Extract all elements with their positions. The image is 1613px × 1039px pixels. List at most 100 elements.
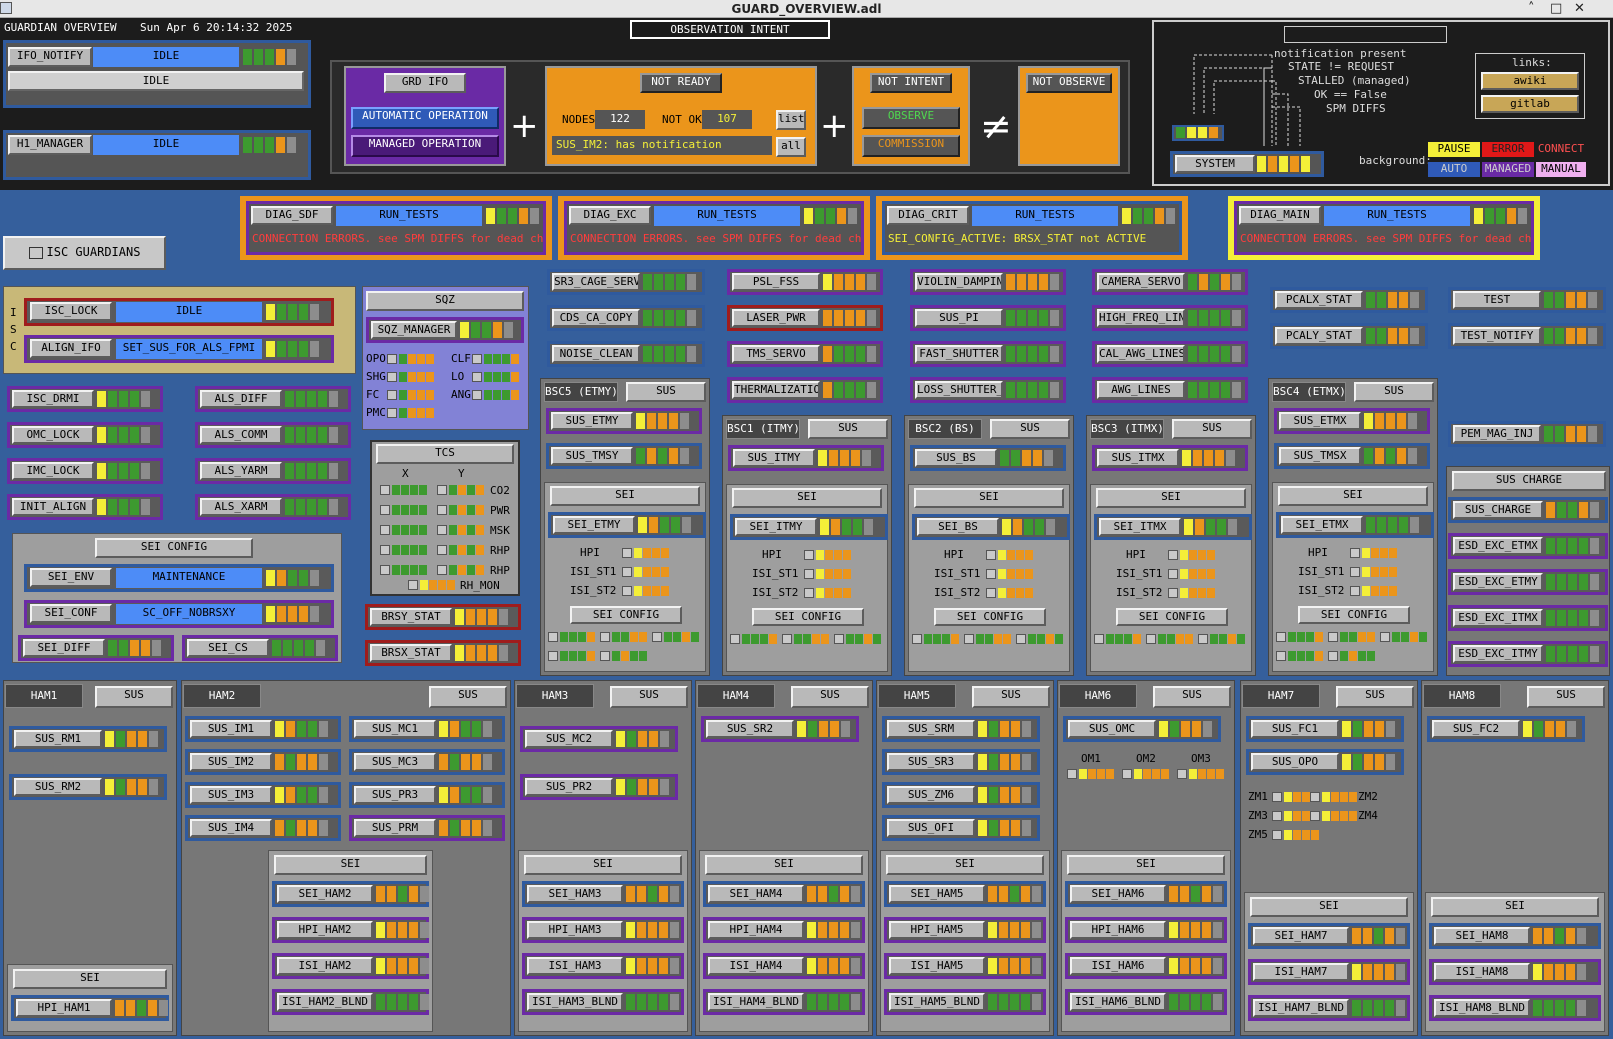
diag-3-button[interactable]: DIAG_MAIN [1239, 206, 1321, 225]
sei-conf-button[interactable]: SEI_CONF [30, 604, 112, 623]
h1-manager-button[interactable]: H1_MANAGER [8, 135, 92, 155]
ham-3-sus-0-button[interactable]: SUS_SR2 [706, 720, 794, 738]
ham-6-sei-1-button[interactable]: ISI_HAM7 [1253, 963, 1349, 981]
col1-2-button[interactable]: NOISE_CLEAN [552, 345, 640, 363]
bsc-4-cfg-3[interactable] [1380, 631, 1428, 643]
bsc-4-st2-toggle[interactable] [1350, 585, 1398, 597]
ifo-notify-button[interactable]: IFO_NOTIFY [8, 47, 92, 67]
ham-2-sei-1-button[interactable]: HPI_HAM3 [527, 921, 623, 939]
isc-right-2-button[interactable]: ALS_YARM [200, 462, 282, 480]
bsc-1-st1-toggle[interactable] [804, 568, 852, 580]
brs-1-button[interactable]: BRSX_STAT [370, 644, 452, 662]
ham-4-sus-2-button[interactable]: SUS_ZM6 [887, 786, 975, 804]
ifo-notify-menu[interactable]: IDLE [8, 71, 304, 91]
tcs-x-2[interactable] [380, 524, 428, 536]
ham-7-sei-2-button[interactable]: ISI_HAM8_BLND [1434, 999, 1530, 1017]
col3-0-button[interactable]: VIOLIN_DAMPING [915, 273, 1003, 291]
bsc-0-st2-toggle[interactable] [622, 585, 670, 597]
bsc-1-hpi-toggle[interactable] [804, 549, 852, 561]
bsc-2-sei-button[interactable]: SEI_BS [917, 518, 999, 536]
ham-4-sus-3-button[interactable]: SUS_OFI [887, 819, 975, 837]
bsc-1-sei-config[interactable]: SEI CONFIG [752, 608, 864, 626]
col2-3-button[interactable]: THERMALIZATION [732, 381, 820, 399]
sei-cs-button[interactable]: SEI_CS [187, 639, 269, 657]
sqz-manager-button[interactable]: SQZ_MANAGER [371, 321, 457, 339]
ham-6-sus-button[interactable]: SUS [1336, 686, 1414, 708]
isc-right-3-button[interactable]: ALS_XARM [200, 498, 282, 516]
isc-left-3-button[interactable]: INIT_ALIGN [12, 498, 94, 516]
ham-6-sei-title[interactable]: SEI [1250, 897, 1408, 917]
col5-1-button[interactable]: PCALY_STAT [1275, 327, 1363, 345]
ham-3-sei-3-button[interactable]: ISI_HAM4_BLND [708, 993, 804, 1011]
bsc-1-sei-button[interactable]: SEI_ITMY [735, 518, 817, 536]
bsc-3-cfg-3[interactable] [1198, 633, 1246, 645]
ham-0-sei-title[interactable]: SEI [13, 969, 167, 989]
bsc-0-cfg-5[interactable] [600, 650, 648, 662]
ham-7-sei-1-button[interactable]: ISI_HAM8 [1434, 963, 1530, 981]
tcs-y-1[interactable] [437, 504, 485, 516]
bsc-3-sei-title[interactable]: SEI [1096, 488, 1246, 508]
ham-2-sus-0-button[interactable]: SUS_MC2 [525, 730, 613, 748]
bsc-1-s1-button[interactable]: SUS_ITMY [733, 449, 815, 467]
col1-0-button[interactable]: SR3_CAGE_SERVO [552, 273, 640, 291]
bsc-0-sei-config[interactable]: SEI CONFIG [570, 606, 682, 624]
ham-5-sei-1-button[interactable]: HPI_HAM6 [1070, 921, 1166, 939]
bsc-2-s1-button[interactable]: SUS_BS [915, 449, 997, 467]
bsc-4-s1-button[interactable]: SUS_ETMX [1279, 412, 1361, 430]
observe-button[interactable]: OBSERVE [862, 107, 960, 129]
ham-1-sus-1-button[interactable]: SUS_IM2 [190, 753, 272, 771]
sqz-right-1[interactable] [472, 371, 520, 383]
sqz-left-0[interactable] [387, 353, 435, 365]
ham-2-sus-button[interactable]: SUS [610, 686, 688, 708]
ham-1-sei-title[interactable]: SEI [274, 855, 427, 875]
ham-3-sei-title[interactable]: SEI [705, 855, 863, 875]
isc-left-1-button[interactable]: OMC_LOCK [12, 426, 94, 444]
awiki-link[interactable]: awiki [1481, 72, 1579, 90]
diag-1-button[interactable]: DIAG_EXC [569, 206, 651, 225]
tcs-x-0[interactable] [380, 484, 428, 496]
ham-5-om-1[interactable] [1122, 768, 1170, 780]
bsc-2-st1-toggle[interactable] [986, 568, 1034, 580]
ham-2-sei-2-button[interactable]: ISI_HAM3 [527, 957, 623, 975]
ham-5-sei-3-button[interactable]: ISI_HAM6_BLND [1070, 993, 1166, 1011]
minimize-icon[interactable]: ˄ [1528, 0, 1535, 18]
col5-0-button[interactable]: PCALX_STAT [1275, 291, 1363, 309]
bsc-2-cfg-1[interactable] [912, 633, 960, 645]
ham-6-sus-0-button[interactable]: SUS_FC1 [1251, 720, 1339, 738]
ham-2-sei-0-button[interactable]: SEI_HAM3 [527, 885, 623, 903]
ham-2-sus-1-button[interactable]: SUS_PR2 [525, 778, 613, 796]
maximize-icon[interactable]: □ [1550, 0, 1562, 18]
bsc-2-sei-config[interactable]: SEI CONFIG [934, 608, 1046, 626]
tcs-y-0[interactable] [437, 484, 485, 496]
bsc-0-hpi-toggle[interactable] [622, 547, 670, 559]
sqz-title[interactable]: SQZ [366, 291, 524, 311]
ham-4-sei-2-button[interactable]: ISI_HAM5 [889, 957, 985, 975]
bsc-2-st2-toggle[interactable] [986, 587, 1034, 599]
list-button[interactable]: list [776, 110, 806, 130]
bsc-0-sus-button[interactable]: SUS [626, 382, 706, 402]
col6-1-button[interactable]: TEST_NOTIFY [1453, 327, 1541, 345]
bsc-4-sus-button[interactable]: SUS [1354, 382, 1434, 402]
isc-left-2-button[interactable]: IMC_LOCK [12, 462, 94, 480]
bsc-0-sei-title[interactable]: SEI [550, 486, 700, 506]
ham-3-sus-button[interactable]: SUS [791, 686, 869, 708]
sei-config-title[interactable]: SEI CONFIG [95, 538, 253, 558]
bsc-4-cfg-4[interactable] [1276, 650, 1324, 662]
sqz-right-0[interactable] [472, 353, 520, 365]
ham-7-sus-0-button[interactable]: SUS_FC2 [1432, 720, 1520, 738]
ham-7-sei-title[interactable]: SEI [1431, 897, 1599, 917]
isc-right-0-button[interactable]: ALS_DIFF [200, 390, 282, 408]
col3-3-button[interactable]: LOSS_SHUTTER_C [915, 381, 1003, 399]
bsc-1-sus-button[interactable]: SUS [808, 419, 888, 439]
charge-2-button[interactable]: ESD_EXC_ETMY [1453, 573, 1543, 591]
col6-2-button[interactable]: PEM_MAG_INJ [1453, 425, 1541, 443]
legend-input[interactable] [1284, 26, 1447, 43]
charge-3-button[interactable]: ESD_EXC_ITMX [1453, 609, 1543, 627]
ham-4-sus-button[interactable]: SUS [972, 686, 1050, 708]
bsc-2-cfg-2[interactable] [964, 633, 1012, 645]
bsc-1-cfg-1[interactable] [730, 633, 778, 645]
tcs-x-3[interactable] [380, 544, 428, 556]
ham-2-sei-title[interactable]: SEI [524, 855, 682, 875]
ham-4-sus-0-button[interactable]: SUS_SRM [887, 720, 975, 738]
ham-1-sei-0-button[interactable]: SEI_HAM2 [277, 885, 373, 903]
